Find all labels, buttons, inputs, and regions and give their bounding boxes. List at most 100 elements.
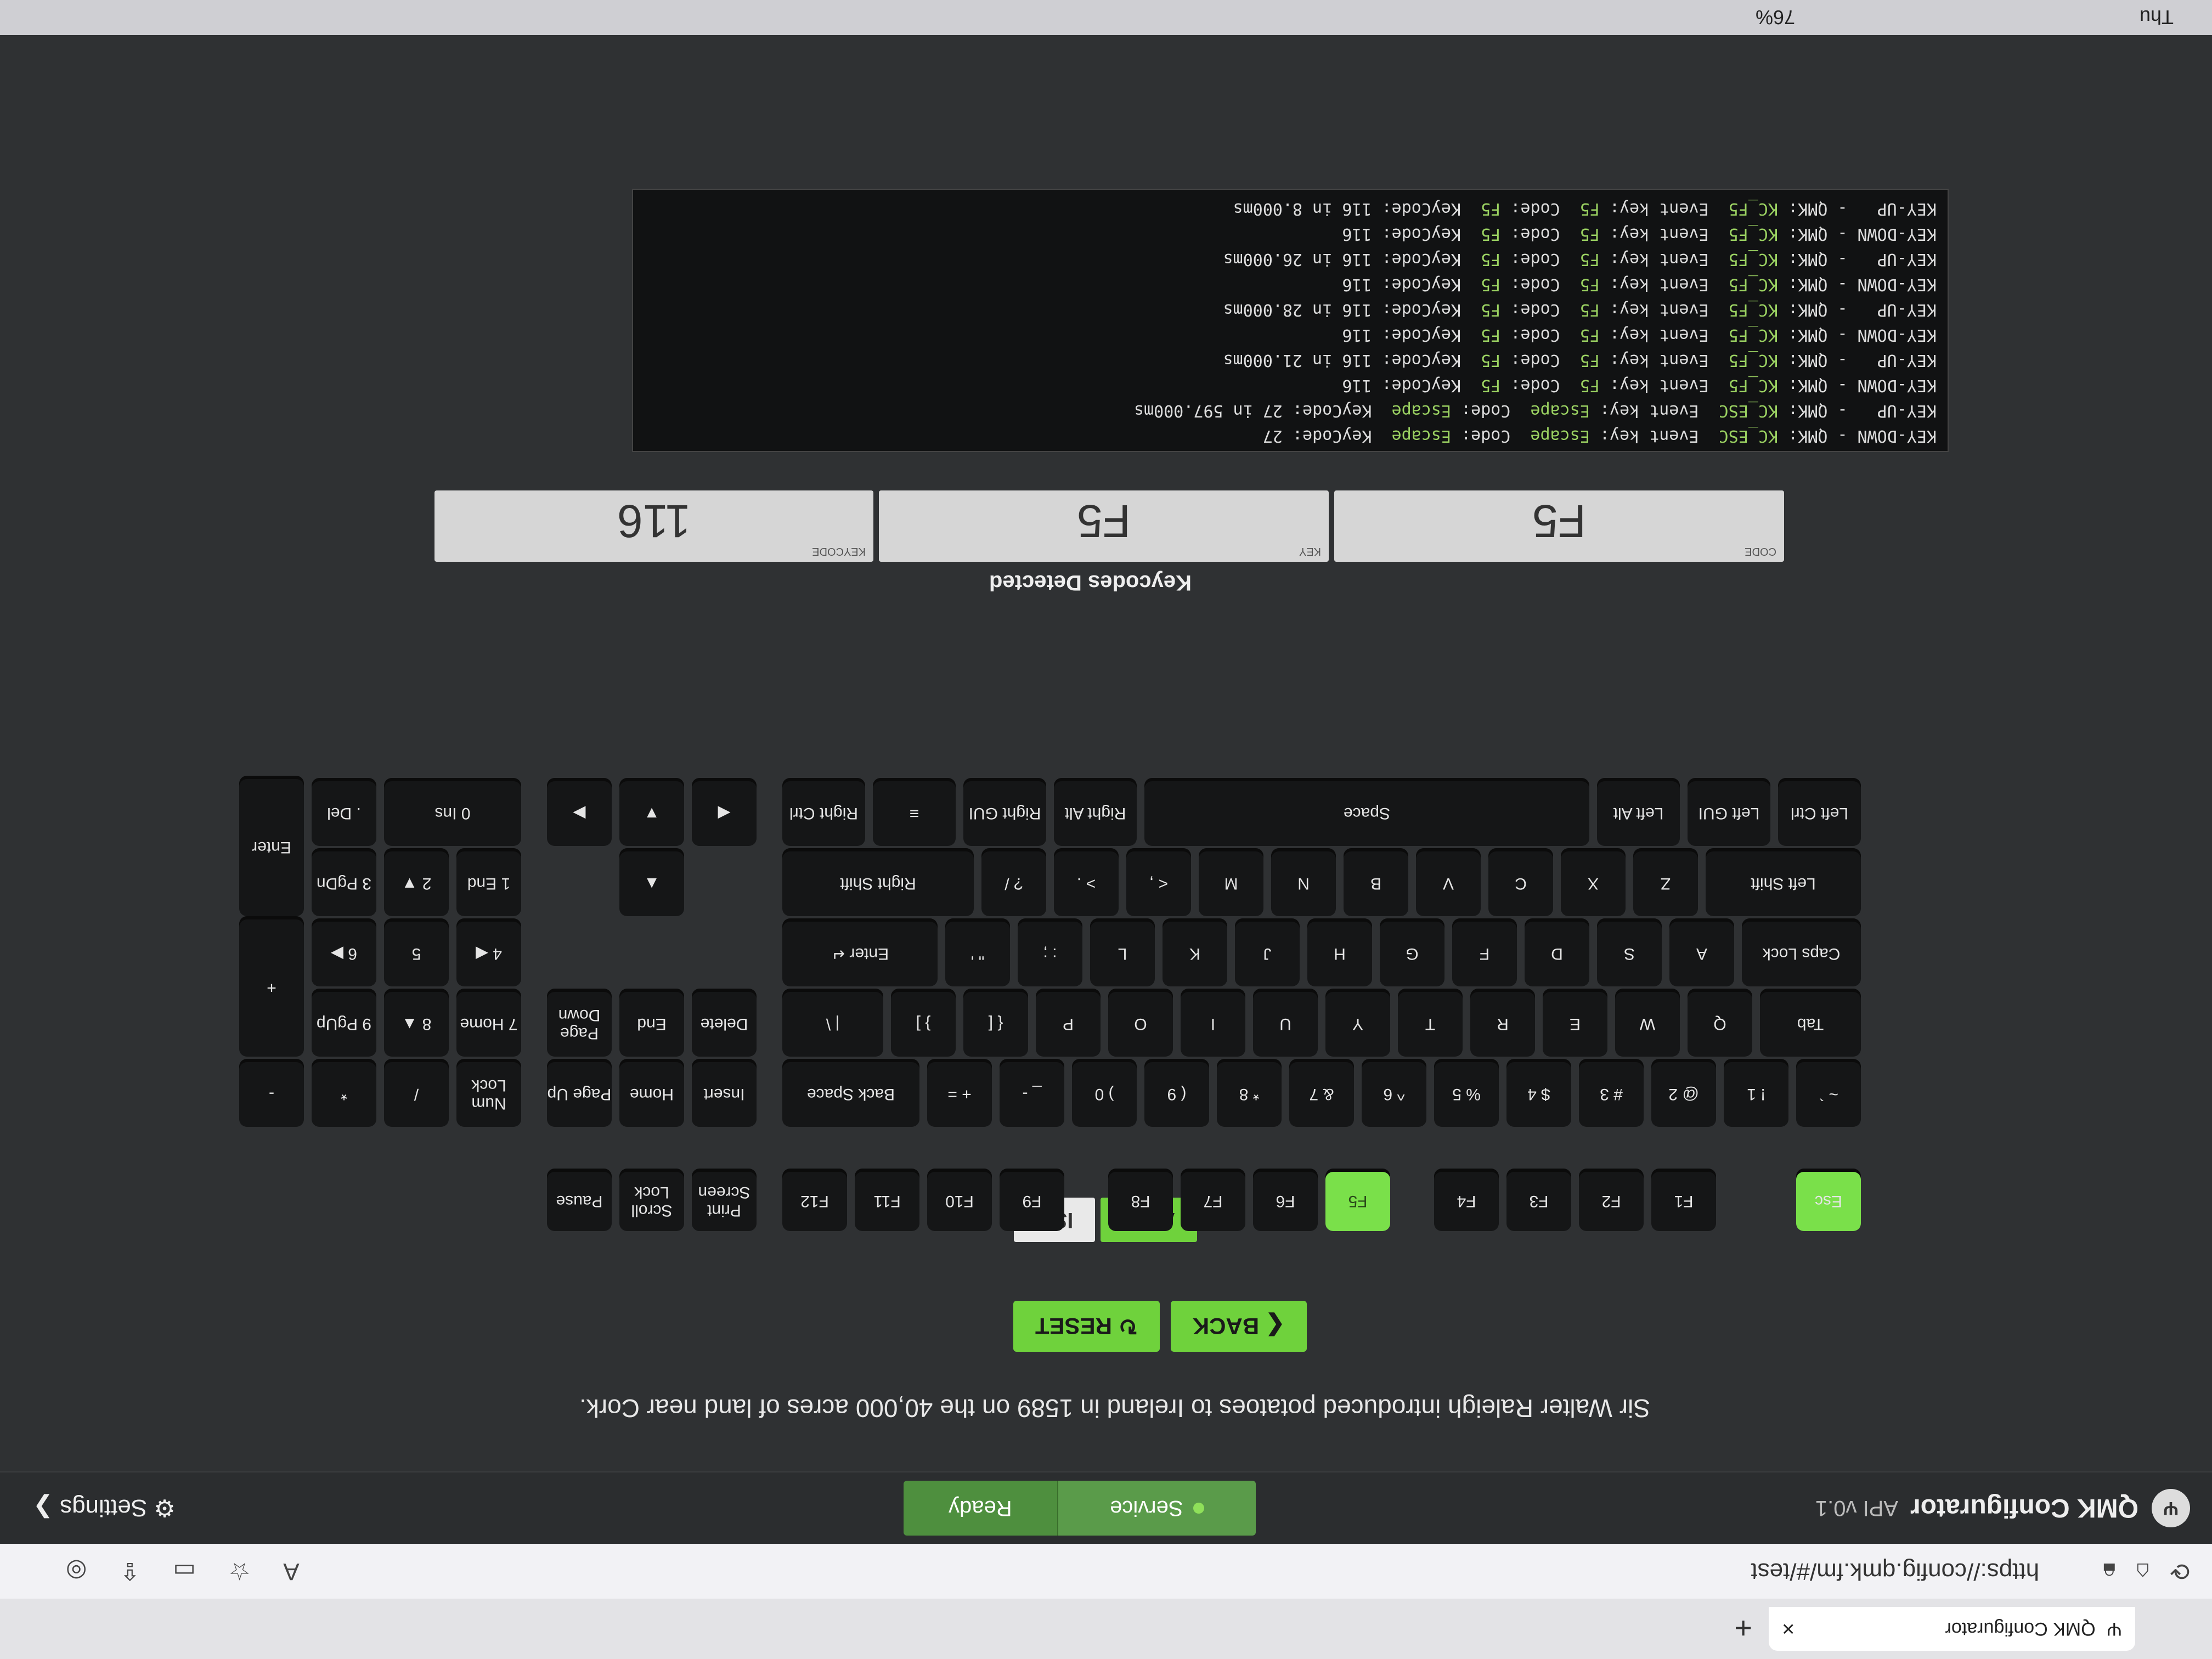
key-f1: F1 — [1651, 1172, 1716, 1231]
key-semi: : ; — [1018, 922, 1082, 986]
log-qmk: KC_F5 — [1728, 275, 1778, 294]
log-qmk: KC_F5 — [1728, 376, 1778, 395]
log-sep: - QMK: — [1778, 275, 1858, 294]
reset-button[interactable]: ↻ RESET — [1013, 1301, 1160, 1352]
log-code: F5 — [1481, 224, 1501, 244]
collections-icon[interactable]: ▭ — [173, 1558, 196, 1585]
key-numlk: Num Lock — [456, 1062, 521, 1127]
share-icon[interactable]: ⇪ — [120, 1558, 140, 1585]
key-k: K — [1163, 922, 1227, 986]
favorite-star-icon[interactable]: ☆ — [229, 1558, 250, 1585]
os-taskbar: 76% Thu — [0, 0, 2212, 35]
log-key: F5 — [1579, 300, 1600, 319]
ready-status: Ready — [903, 1481, 1058, 1536]
refresh-icon[interactable]: ⟳ — [2170, 1558, 2190, 1585]
key-v: V — [1416, 851, 1481, 916]
log-sep: Event key: — [1599, 250, 1729, 269]
app-title: QMK Configurator — [1910, 1493, 2138, 1523]
key-f7: F7 — [1181, 1172, 1245, 1231]
key-penter: Enter — [239, 779, 304, 916]
keycode-box: KEYCODE 116 — [435, 490, 873, 562]
log-code: F5 — [1481, 325, 1501, 345]
key-f9: F9 — [1000, 1172, 1064, 1231]
log-sep: Code: — [1500, 199, 1580, 218]
key-f3: F3 — [1506, 1172, 1571, 1231]
key-end: End — [619, 992, 684, 1057]
key-f8: F8 — [1108, 1172, 1173, 1231]
key-space: Space — [1144, 781, 1589, 846]
log-kc: 27 — [1262, 426, 1283, 445]
key-bksp: Back Space — [782, 1062, 919, 1127]
log-key: F5 — [1579, 275, 1600, 294]
key-f4: F4 — [1434, 1172, 1499, 1231]
new-tab-button[interactable]: + — [1734, 1611, 1752, 1647]
log-sep: - QMK: — [1778, 376, 1858, 395]
home-icon[interactable]: ⌂ — [2136, 1558, 2151, 1585]
laptop-screen: Ψ QMK Configurator × + ⟳ ⌂ 🔒︎ https://co… — [0, 0, 2212, 1659]
key-equal: + = — [927, 1062, 992, 1127]
log-sep: - QMK: — [1778, 401, 1858, 420]
key-right: ▶ — [547, 781, 612, 846]
log-sep: KeyCode: — [1372, 325, 1481, 345]
log-kc: 116 — [1342, 199, 1372, 218]
log-sep: Code: — [1500, 275, 1580, 294]
key-del: Delete — [692, 992, 757, 1057]
log-sep: KeyCode: — [1282, 401, 1392, 420]
log-ev: KEY-DOWN — [1857, 224, 1937, 244]
key-f10: F10 — [927, 1172, 992, 1231]
log-t: in 21.000ms — [1223, 351, 1342, 370]
reader-icon[interactable]: A — [283, 1558, 299, 1585]
key-t: T — [1398, 992, 1463, 1057]
key-d: D — [1525, 922, 1589, 986]
settings-button[interactable]: ⚙ Settings ❯ — [33, 1494, 176, 1522]
key-rbr: } ] — [891, 992, 956, 1057]
key-n2: @ 2 — [1651, 1062, 1716, 1127]
tab-title: QMK Configurator — [1945, 1618, 2096, 1640]
log-sep: KeyCode: — [1372, 224, 1481, 244]
log-kc: 116 — [1342, 250, 1372, 269]
key-menu: ≡ — [873, 781, 956, 846]
key-p: P — [1036, 992, 1101, 1057]
key-p3: 3 PgDn — [312, 851, 376, 916]
status-dot-icon — [1193, 1503, 1204, 1514]
profile-icon[interactable]: ◎ — [66, 1558, 87, 1585]
key-pause: Pause — [547, 1172, 612, 1231]
log-key: Escape — [1530, 401, 1590, 420]
log-sep: - QMK: — [1778, 250, 1858, 269]
service-label: Service — [1110, 1496, 1183, 1521]
key-lbr: { [ — [963, 992, 1028, 1057]
key-prtsc: Print Screen — [692, 1172, 757, 1231]
url-field[interactable]: https://config.qmk.fm/#/test — [1751, 1558, 2039, 1585]
key-n1: ! 1 — [1724, 1062, 1788, 1127]
key-rshift: Right Shift — [782, 851, 974, 916]
browser-tab[interactable]: Ψ QMK Configurator × — [1769, 1607, 2135, 1651]
log-qmk: KC_F5 — [1728, 224, 1778, 244]
key-y: Y — [1325, 992, 1390, 1057]
key-value: F5 — [1076, 495, 1131, 547]
key-event-log: KEY-DOWN - QMK: KC_ESC Event key: Escape… — [632, 189, 1949, 452]
close-tab-icon[interactable]: × — [1782, 1617, 1795, 1641]
api-version: API v0.1 — [1815, 1496, 1899, 1521]
log-sep: KeyCode: — [1372, 300, 1481, 319]
log-kc: 116 — [1342, 275, 1372, 294]
key-n4: $ 4 — [1506, 1062, 1571, 1127]
back-button[interactable]: ❮ BACK — [1170, 1301, 1307, 1352]
log-ev: KEY-UP — [1857, 250, 1937, 269]
key-grave: ~ ` — [1796, 1062, 1861, 1127]
log-t: in 26.000ms — [1223, 250, 1342, 269]
key-ins: Insert — [692, 1062, 757, 1127]
nav-buttons: ❮ BACK ↻ RESET — [1013, 1301, 1307, 1352]
log-kc: 27 — [1262, 401, 1283, 420]
log-sep: - QMK: — [1778, 426, 1858, 445]
log-sep: Code: — [1500, 351, 1580, 370]
key-slash: ? / — [981, 851, 1046, 916]
key-rgui: Right GUI — [963, 781, 1046, 846]
log-sep: Code: — [1500, 376, 1580, 395]
log-qmk: KC_F5 — [1728, 300, 1778, 319]
log-code: Escape — [1391, 426, 1451, 445]
key-n3: # 3 — [1579, 1062, 1644, 1127]
log-row: KEY-DOWN - QMK: KC_F5 Event key: F5 Code… — [644, 218, 1937, 244]
key-caps: Caps Lock — [1742, 922, 1861, 986]
log-sep: KeyCode: — [1282, 426, 1392, 445]
log-kc: 116 — [1342, 300, 1372, 319]
